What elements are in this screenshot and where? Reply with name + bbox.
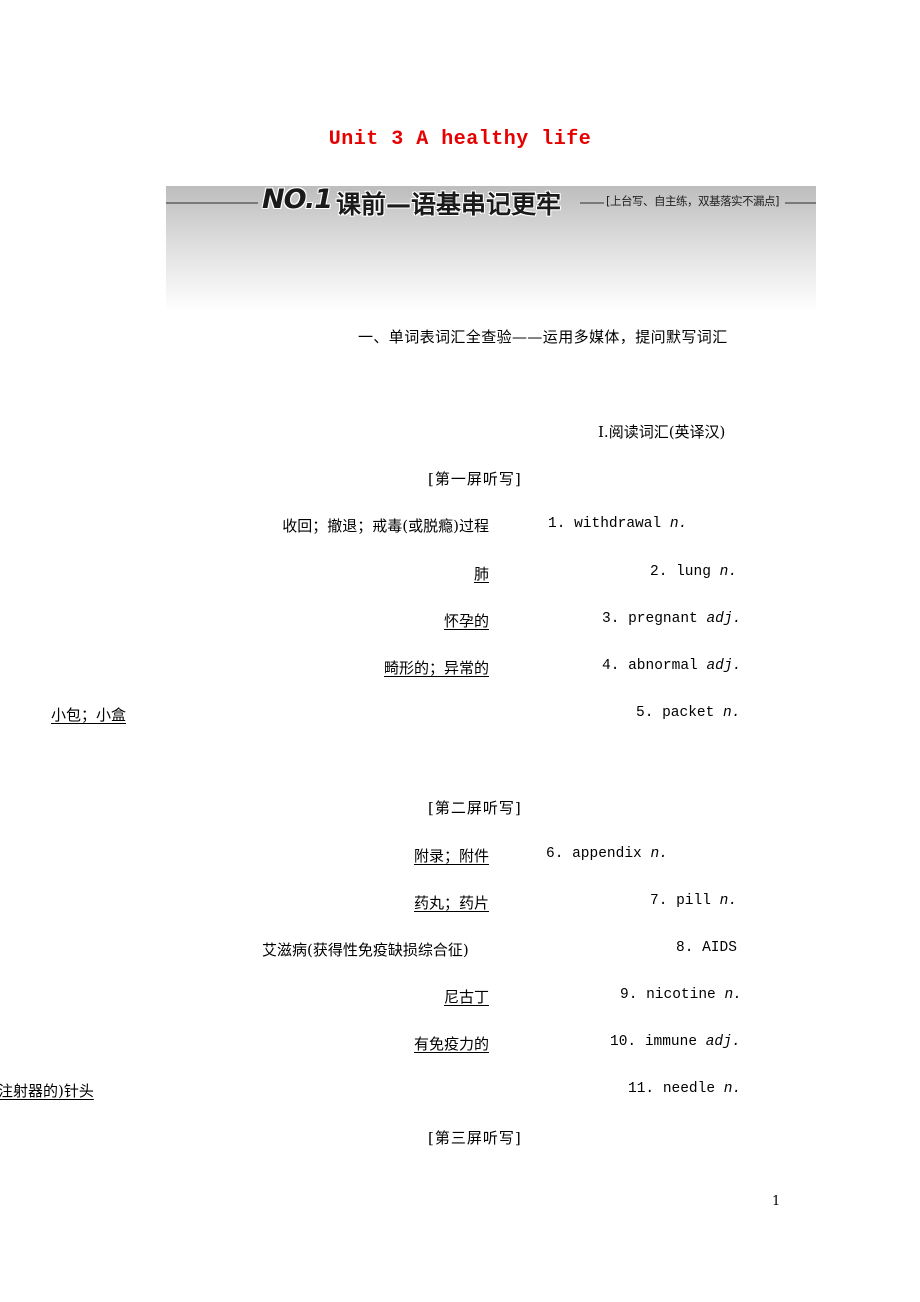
vocab-term: withdrawal bbox=[574, 516, 662, 532]
vocab-meaning: 附录；附件 bbox=[413, 847, 489, 865]
banner-divider bbox=[166, 202, 258, 204]
vocab-term: needle bbox=[662, 1081, 716, 1097]
vocab-number: 8. bbox=[676, 940, 694, 956]
screen-label: [第三屏听写] bbox=[428, 1129, 522, 1147]
vocab-meaning: 怀孕的 bbox=[443, 612, 489, 630]
vocab-word: 7. pill n. bbox=[650, 893, 737, 909]
vocab-pos: adj. bbox=[705, 1034, 741, 1050]
vocab-term: appendix bbox=[572, 846, 642, 862]
vocab-pos: n. bbox=[723, 1081, 742, 1097]
vocab-meaning: 尼古丁 bbox=[443, 988, 489, 1006]
vocab-meaning: 畸形的；异常的 bbox=[383, 659, 489, 677]
banner-divider bbox=[580, 202, 604, 204]
vocab-pos: n. bbox=[650, 846, 668, 862]
page-number: 1 bbox=[772, 1194, 781, 1209]
vocab-word: 10. immune adj. bbox=[610, 1034, 741, 1050]
vocab-word: 1. withdrawal n. bbox=[548, 516, 687, 532]
vocab-number: 7. bbox=[650, 893, 668, 909]
vocab-number: 2. bbox=[650, 564, 668, 580]
sub-section-title: Ⅰ.阅读词汇(英译汉) bbox=[598, 423, 726, 441]
vocab-term: AIDS bbox=[702, 940, 737, 956]
screen-label: [第二屏听写] bbox=[428, 799, 522, 817]
vocab-word: 6. appendix n. bbox=[546, 846, 668, 862]
vocab-meaning: 肺 bbox=[473, 565, 489, 583]
vocab-term: abnormal bbox=[628, 658, 698, 674]
vocab-number: 5. bbox=[636, 705, 654, 721]
vocab-number: 3. bbox=[602, 611, 620, 627]
vocab-word: 11. needle n. bbox=[628, 1081, 741, 1097]
banner-subheading: [上台写、自主练，双基落实不漏点] bbox=[606, 194, 779, 208]
vocab-term: nicotine bbox=[646, 987, 716, 1003]
vocab-word: 5. packet n. bbox=[636, 705, 740, 721]
vocab-pos: adj. bbox=[706, 658, 742, 674]
vocab-pos: n. bbox=[724, 987, 742, 1003]
vocab-pos: adj. bbox=[706, 611, 742, 627]
banner-heading: 课前—语基串记更牢 bbox=[336, 190, 562, 219]
vocab-meaning: 艾滋病(获得性免疫缺损综合征) bbox=[262, 941, 469, 959]
vocab-pos: n. bbox=[719, 564, 738, 580]
vocab-meaning: 注射器的)针头 bbox=[0, 1082, 94, 1100]
vocab-pos: n. bbox=[719, 893, 738, 909]
vocab-term: immune bbox=[644, 1034, 698, 1050]
vocab-word: 8. AIDS bbox=[676, 940, 737, 956]
screen-label: [第一屏听写] bbox=[428, 470, 522, 488]
vocab-term: packet bbox=[662, 705, 715, 721]
banner-number: NO.1 bbox=[262, 184, 333, 215]
vocab-word: 4. abnormal adj. bbox=[602, 658, 741, 674]
vocab-word: 2. lung n. bbox=[650, 564, 737, 580]
vocab-meaning: 有免疫力的 bbox=[413, 1035, 489, 1053]
section-title: 一、单词表词汇全查验——运用多媒体，提问默写词汇 bbox=[358, 328, 728, 346]
vocab-meaning: 小包；小盒 bbox=[51, 706, 127, 724]
vocab-number: 9. bbox=[620, 987, 638, 1003]
vocab-word: 9. nicotine n. bbox=[620, 987, 742, 1003]
vocab-number: 6. bbox=[546, 846, 564, 862]
vocab-meaning: 药丸；药片 bbox=[413, 894, 489, 912]
vocab-pos: n. bbox=[723, 705, 741, 721]
vocab-meaning: 收回；撤退；戒毒(或脱瘾)过程 bbox=[282, 517, 489, 535]
vocab-term: lung bbox=[676, 564, 711, 580]
vocab-term: pill bbox=[676, 893, 711, 909]
vocab-number: 10. bbox=[610, 1034, 637, 1050]
vocab-number: 4. bbox=[602, 658, 620, 674]
vocab-number: 11. bbox=[628, 1081, 655, 1097]
vocab-term: pregnant bbox=[628, 611, 698, 627]
banner-divider bbox=[785, 202, 816, 204]
unit-title: Unit 3 A healthy life bbox=[328, 128, 592, 151]
vocab-number: 1. bbox=[548, 516, 566, 532]
vocab-word: 3. pregnant adj. bbox=[602, 611, 741, 627]
vocab-pos: n. bbox=[669, 516, 688, 532]
